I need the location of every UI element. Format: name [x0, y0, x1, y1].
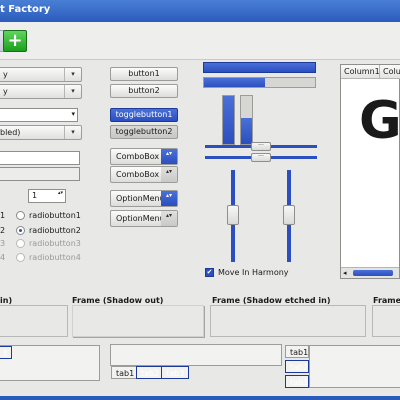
radio-label: radiobutton3 — [29, 239, 81, 248]
radio-button-disabled — [16, 239, 25, 248]
slider-handle[interactable]: ··· — [251, 153, 271, 162]
tab[interactable]: 3 — [0, 346, 13, 359]
notebook-1: 3 — [0, 345, 100, 381]
tab[interactable]: tab3 — [285, 375, 309, 388]
frame-box — [0, 305, 68, 337]
radio-label: radiobutton4 — [29, 253, 81, 262]
add-button[interactable]: + — [3, 30, 27, 52]
tab[interactable]: tab2 — [136, 366, 165, 379]
chevron-down-icon: ▾ — [64, 68, 81, 81]
tab[interactable]: tab1 — [111, 366, 140, 379]
window-title: t Factory — [0, 4, 51, 15]
progress-bar-horizontal-2 — [203, 77, 316, 88]
text-entry-disabled — [0, 167, 80, 181]
progress-fill — [223, 96, 234, 144]
toolbar: + — [0, 22, 400, 60]
frame-box — [210, 305, 366, 337]
scroll-left-icon[interactable]: ◂ — [343, 268, 347, 278]
chevron-down-icon: ▾ — [64, 126, 81, 139]
radio-button[interactable] — [16, 211, 25, 220]
up-down-arrows-icon: ▴▾ — [161, 167, 177, 182]
combo-box-label: ComboBox — [116, 170, 160, 179]
harmony-checkbox[interactable]: ✔ — [205, 268, 214, 277]
button-1[interactable]: button1 — [110, 67, 178, 81]
spin-button[interactable]: 1 ▴▾ — [28, 189, 66, 203]
toggle-button-1[interactable]: togglebutton1 — [110, 108, 178, 122]
option-menu-1[interactable]: OptionMenu ▴▾ — [110, 190, 178, 207]
chevron-down-icon: ▾ — [64, 85, 81, 98]
radio-button-disabled — [16, 253, 25, 262]
frame-box — [372, 305, 400, 337]
tab[interactable]: tab2 — [285, 360, 309, 373]
radio-label: radiobutton1 — [29, 211, 81, 220]
combo-entry[interactable]: ▾ — [0, 108, 78, 122]
radio-button-selected[interactable] — [16, 226, 25, 235]
vscale-handle[interactable] — [283, 205, 295, 225]
option-menu-2[interactable]: OptionMenu ▴▾ — [110, 210, 178, 227]
toggle-button-2[interactable]: togglebutton2 — [110, 125, 178, 139]
combo-box-label: ComboBox — [116, 152, 160, 161]
text-entry[interactable] — [0, 151, 80, 165]
vscale-handle[interactable] — [227, 205, 239, 225]
notebook-3-panel — [309, 345, 400, 388]
combo-value: bled) — [0, 128, 21, 137]
notebook-2-panel — [110, 344, 282, 366]
progress-fill — [241, 117, 252, 144]
tree-view[interactable]: Column1 Colu G ◂ — [340, 64, 400, 279]
slider-handle[interactable]: ··· — [251, 142, 271, 151]
spin-arrows-icon: ▴▾ — [58, 190, 64, 196]
tab[interactable]: tab3 — [161, 366, 190, 379]
spin-value: 1 — [32, 191, 38, 200]
combo-box-button-1[interactable]: ComboBox ▴▾ — [110, 148, 178, 165]
horizontal-scrollbar[interactable]: ◂ — [341, 267, 399, 278]
combo-box-button-2[interactable]: ComboBox ▴▾ — [110, 166, 178, 183]
column-header[interactable]: Colu — [380, 65, 400, 79]
scrollbar-thumb[interactable] — [353, 270, 393, 276]
drawing-text: G — [359, 91, 400, 151]
harmony-label: Move In Harmony — [218, 268, 289, 277]
combo-box-1[interactable]: y ▾ — [0, 67, 82, 82]
radio-label: radiobutton2 — [29, 226, 81, 235]
column-header[interactable]: Column1 — [341, 65, 380, 79]
up-down-arrows-icon: ▴▾ — [161, 211, 177, 226]
progress-bar-horizontal — [203, 62, 316, 73]
plus-icon: + — [7, 30, 23, 51]
tab[interactable]: tab1 — [285, 345, 309, 358]
progress-fill — [204, 78, 266, 87]
option-menu-label: OptionMenu — [116, 194, 165, 203]
combo-box-disabled[interactable]: bled) ▾ — [0, 125, 82, 140]
chevron-down-icon: ▾ — [71, 110, 75, 118]
progress-bar-vertical-2 — [240, 95, 253, 145]
option-menu-label: OptionMenu — [116, 214, 165, 223]
up-down-arrows-icon: ▴▾ — [161, 191, 177, 206]
up-down-arrows-icon: ▴▾ — [161, 149, 177, 164]
window-bottom-border — [0, 396, 400, 400]
button-2[interactable]: button2 — [110, 84, 178, 98]
frame-box — [72, 305, 204, 337]
progress-bar-vertical — [222, 95, 235, 145]
combo-box-2[interactable]: y ▾ — [0, 84, 82, 99]
title-bar: t Factory — [0, 0, 400, 22]
